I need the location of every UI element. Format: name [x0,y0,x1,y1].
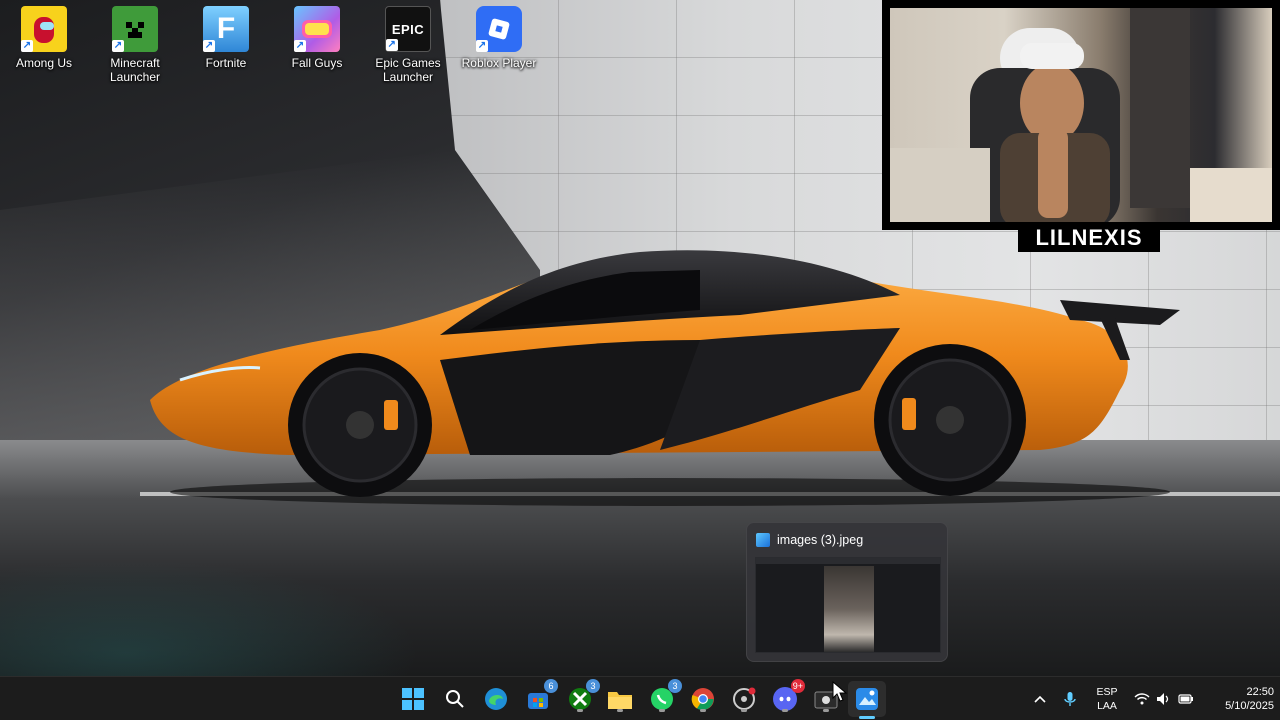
search-icon[interactable] [441,685,469,713]
desktop-icon-epic-games[interactable]: EPIC ↗ Epic Games Launcher [364,6,452,84]
whatsapp-icon[interactable]: 3 [648,679,682,713]
fall-guys-icon: ↗ [294,6,340,52]
desktop-icon-minecraft[interactable]: ↗ Minecraft Launcher [91,6,179,84]
windows-start-icon[interactable] [399,685,427,713]
desktop-icon-label: Roblox Player [461,56,537,70]
desktop-icon-label: Fortnite [205,56,247,70]
desktop-icon-label: Among Us [15,56,73,70]
notification-badge: 3 [586,679,600,693]
desktop-icon-fortnite[interactable]: F ↗ Fortnite [182,6,270,70]
epic-games-icon: EPIC ↗ [385,6,431,52]
store-icon[interactable]: 6 [524,679,558,713]
desktop-icon-among-us[interactable]: ↗ Among Us [0,6,88,70]
desktop-icon-roblox[interactable]: ↗ Roblox Player [455,6,543,70]
preview-title: images (3).jpeg [777,533,864,547]
chevron-up-icon[interactable] [1032,691,1048,707]
desktop-icon-label: Fall Guys [291,56,343,70]
wifi-icon[interactable] [1134,691,1150,707]
clock-date: 5/10/2025 [1225,700,1274,712]
roblox-icon: ↗ [476,6,522,52]
photos-icon[interactable] [853,685,881,713]
webcam-overlay [882,0,1280,230]
discord-icon[interactable]: 9+ [771,679,805,713]
desktop-icon-label: Epic Games Launcher [375,56,441,84]
chrome-icon[interactable] [689,685,717,713]
xbox-icon[interactable]: 3 [566,679,600,713]
photos-app-icon [756,533,770,547]
streamer-name-tag: LILNEXIS [1018,224,1160,252]
screen-recorder-icon[interactable] [730,685,758,713]
desktop-icon-label: Minecraft Launcher [109,56,161,84]
preview-photo [824,566,874,652]
folder-icon[interactable] [606,685,634,713]
among-us-icon: ↗ [21,6,67,52]
preview-window-thumbnail[interactable] [755,557,941,653]
sports-car-image [150,250,1180,506]
taskbar-clock[interactable]: 22:50 5/10/2025 [1202,685,1274,713]
edge-icon[interactable] [482,685,510,713]
minecraft-icon: ↗ [112,6,158,52]
clock-time: 22:50 [1246,686,1274,698]
microphone-icon[interactable] [1062,691,1078,707]
taskbar: 6 3 3 9+ ESP LAA 22:50 5/10/2025 [0,676,1280,720]
volume-icon[interactable] [1155,691,1171,707]
mouse-cursor-icon [832,681,848,702]
webcam-feed [890,8,1272,222]
notification-badge: 9+ [790,679,805,693]
input-language-indicator[interactable]: ESP LAA [1092,685,1122,713]
desktop-icon-fall-guys[interactable]: ↗ Fall Guys [273,6,361,70]
notification-badge: 6 [544,679,558,693]
fortnite-icon: F ↗ [203,6,249,52]
taskbar-thumbnail-preview[interactable]: images (3).jpeg [746,522,948,662]
notification-badge: 3 [668,679,682,693]
battery-icon[interactable] [1178,691,1194,707]
